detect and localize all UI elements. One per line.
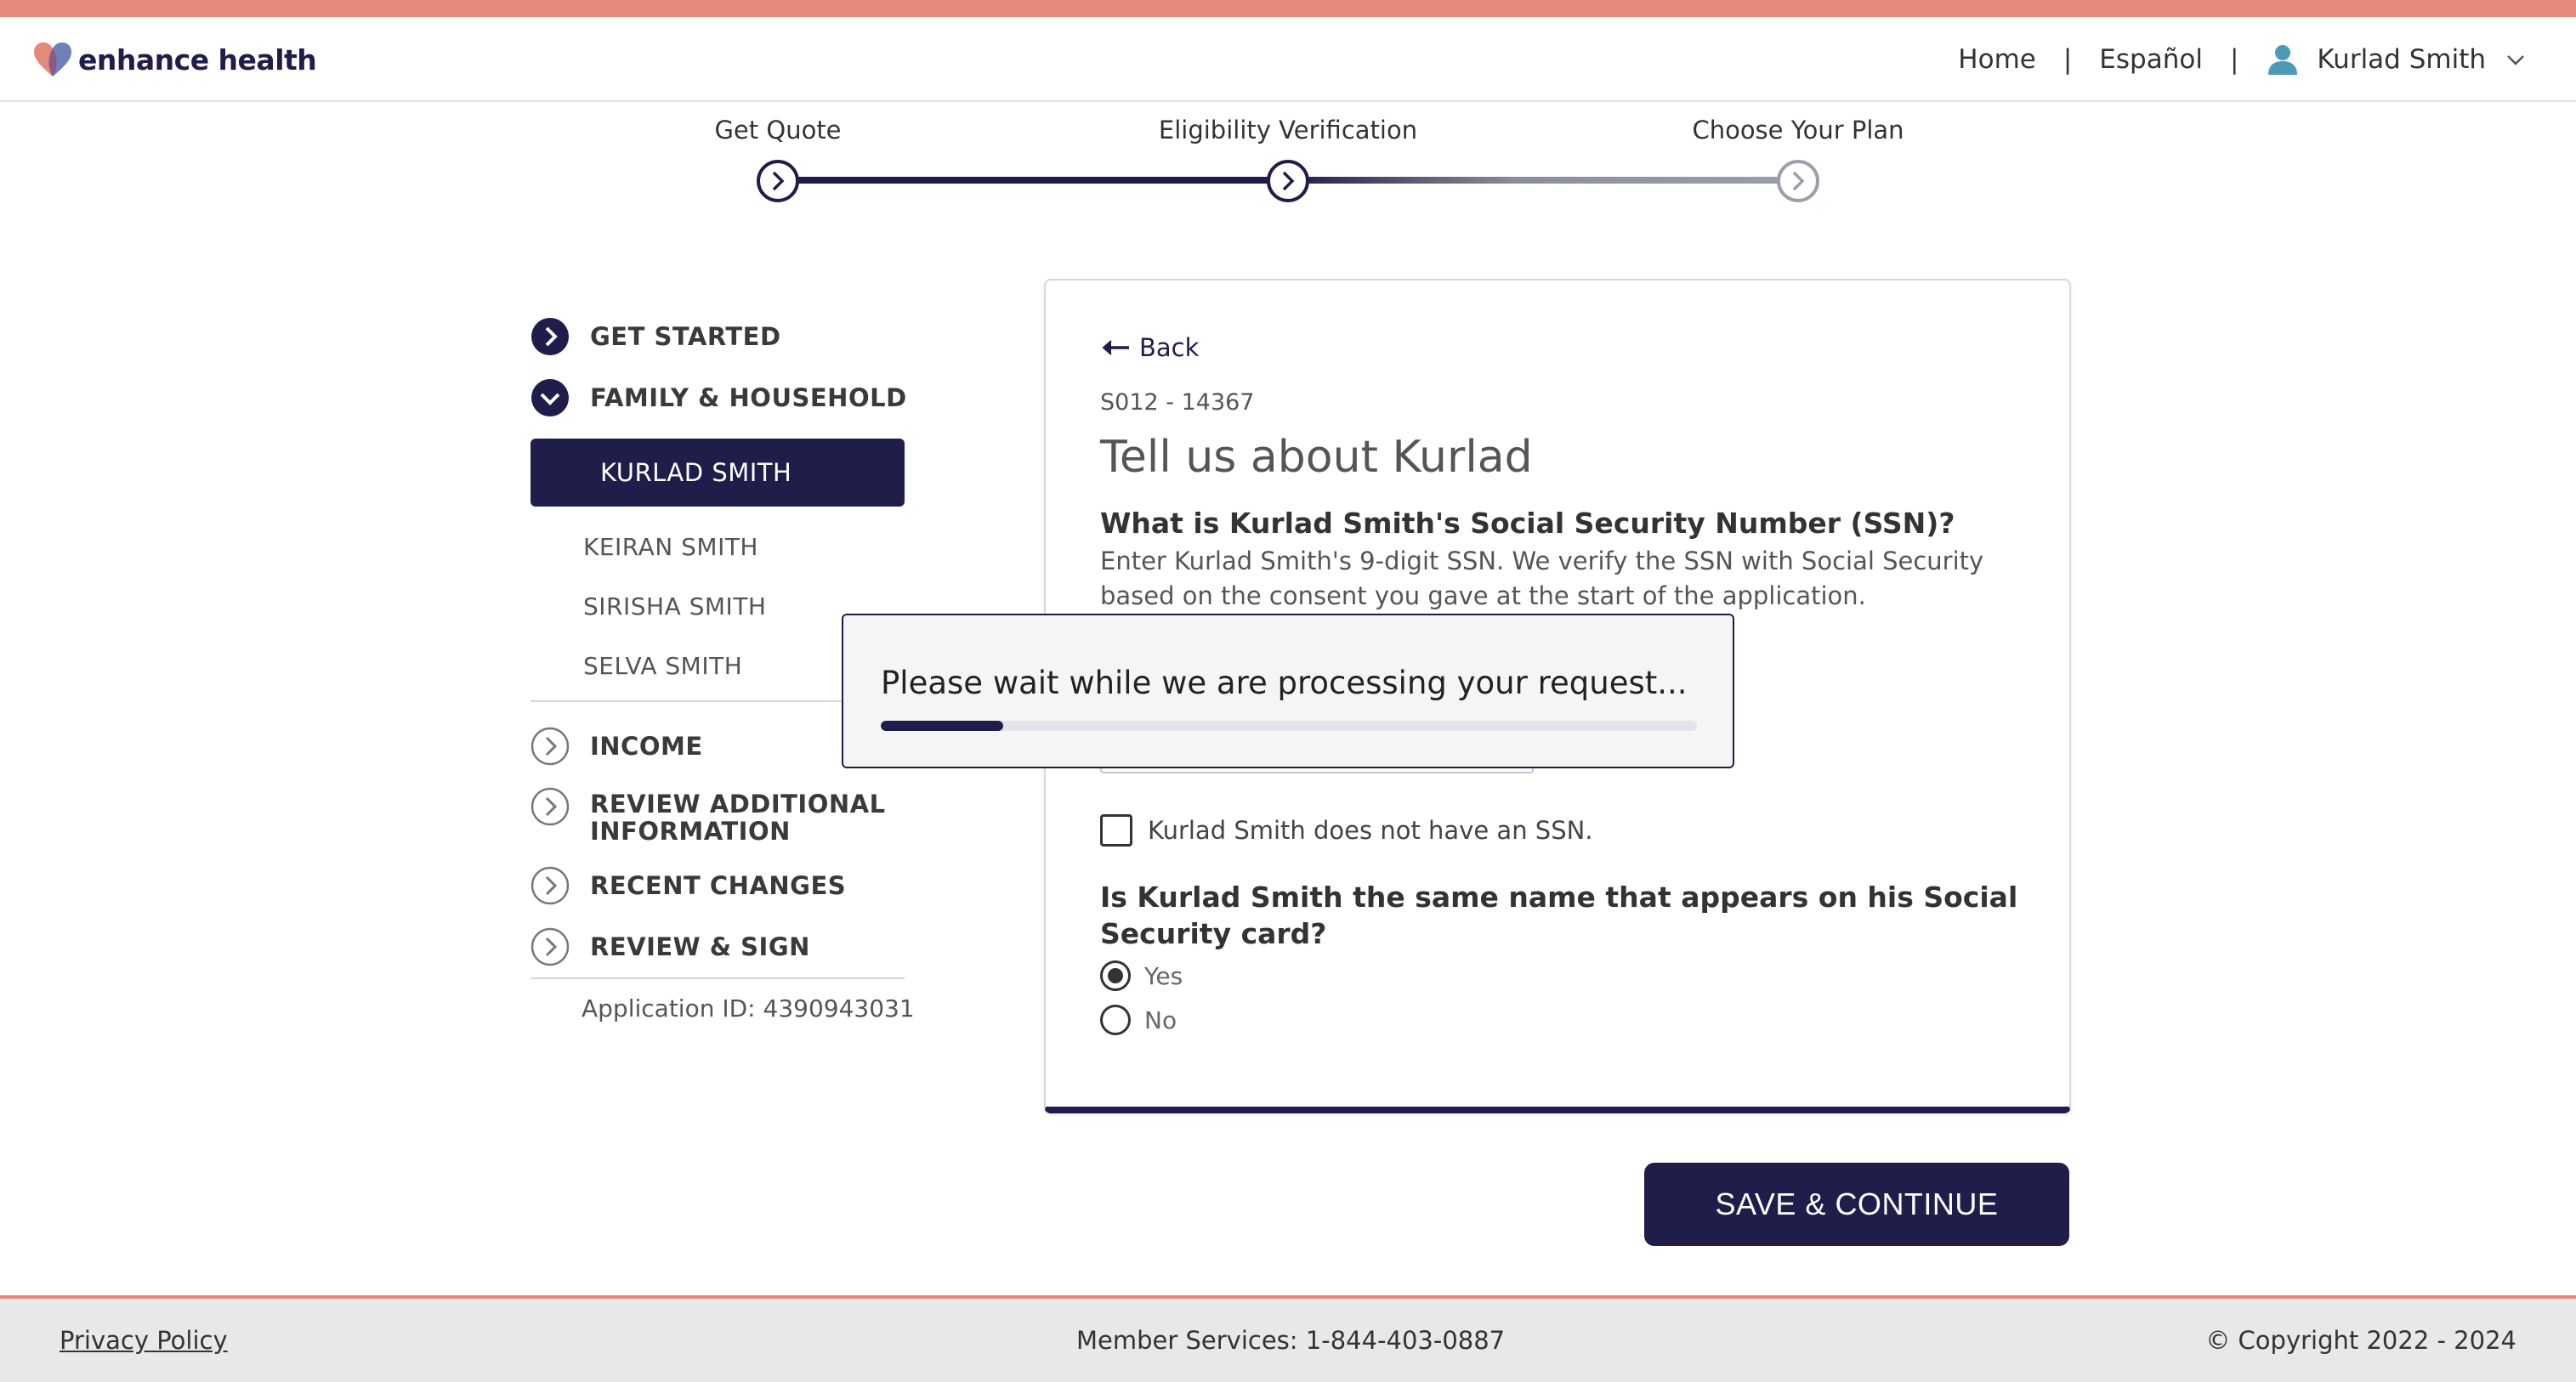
chevron-right-outline-icon bbox=[531, 727, 570, 766]
top-accent-bar bbox=[0, 0, 2576, 17]
sidebar-section-label: FAMILY & HOUSEHOLD bbox=[590, 383, 907, 412]
sidebar-section-review-additional[interactable]: REVIEW ADDITIONAL INFORMATION bbox=[531, 787, 922, 845]
chevron-right-icon bbox=[1792, 171, 1805, 191]
form-code: S012 - 14367 bbox=[1100, 389, 1255, 416]
heart-logo-icon bbox=[34, 42, 71, 76]
arrow-left-icon bbox=[1102, 340, 1129, 355]
sidebar-section-review-sign[interactable]: REVIEW & SIGN bbox=[531, 926, 922, 967]
nav-language-link[interactable]: Español bbox=[2099, 44, 2203, 75]
user-menu[interactable]: Kurlad Smith bbox=[2266, 42, 2527, 76]
ssn-help-text: Enter Kurlad Smith's 9-digit SSN. We ver… bbox=[1100, 547, 1984, 610]
progress-stepper: Get Quote Eligibility Verification Choos… bbox=[0, 102, 2576, 229]
chevron-down-icon bbox=[2507, 55, 2524, 65]
back-label: Back bbox=[1139, 333, 1200, 362]
no-ssn-option[interactable]: Kurlad Smith does not have an SSN. bbox=[1100, 814, 1593, 847]
page-title: Tell us about Kurlad bbox=[1100, 432, 1533, 483]
site-footer: Privacy Policy Member Services: 1-844-40… bbox=[0, 1295, 2576, 1382]
no-ssn-checkbox[interactable] bbox=[1100, 814, 1132, 847]
save-continue-button[interactable]: SAVE & CONTINUE bbox=[1644, 1163, 2069, 1246]
progress-bar-fill bbox=[881, 721, 1003, 731]
chevron-right-icon bbox=[1282, 171, 1295, 191]
nav-home-link[interactable]: Home bbox=[1958, 44, 2036, 75]
radio-yes-label: Yes bbox=[1144, 961, 1183, 990]
copyright: © Copyright 2022 - 2024 bbox=[2205, 1326, 2516, 1355]
radio-option-no[interactable]: No bbox=[1100, 1005, 1177, 1035]
radio-yes[interactable] bbox=[1100, 960, 1131, 991]
radio-no[interactable] bbox=[1100, 1005, 1131, 1035]
processing-message: Please wait while we are processing your… bbox=[881, 665, 1688, 701]
brand-name: enhance health bbox=[78, 42, 317, 76]
no-ssn-label: Kurlad Smith does not have an SSN. bbox=[1148, 816, 1593, 845]
user-icon bbox=[2268, 45, 2298, 75]
step-get-quote[interactable] bbox=[757, 160, 799, 202]
user-name: Kurlad Smith bbox=[2317, 44, 2486, 75]
back-link[interactable]: Back bbox=[1100, 333, 1199, 362]
progress-bar bbox=[881, 721, 1697, 731]
step-eligibility[interactable] bbox=[1267, 160, 1309, 202]
step-label-choose-plan: Choose Your Plan bbox=[1692, 116, 1904, 144]
top-nav: Home | Español | Kurlad Smith bbox=[1958, 42, 2527, 76]
sidebar-section-family-household[interactable]: FAMILY & HOUSEHOLD bbox=[531, 377, 922, 418]
brand-logo[interactable]: enhance health bbox=[32, 41, 317, 78]
privacy-policy-link[interactable]: Privacy Policy bbox=[60, 1326, 228, 1355]
sidebar-divider bbox=[531, 977, 905, 979]
sidebar-section-recent-changes[interactable]: RECENT CHANGES bbox=[531, 865, 922, 906]
step-choose-plan[interactable] bbox=[1777, 160, 1819, 202]
nav-separator: | bbox=[2063, 44, 2073, 75]
sidebar-section-label: REVIEW & SIGN bbox=[590, 932, 810, 961]
chevron-right-outline-icon bbox=[531, 787, 570, 826]
sidebar-section-label: GET STARTED bbox=[590, 322, 781, 351]
sidebar-member-kurlad-smith[interactable]: KURLAD SMITH bbox=[531, 439, 905, 507]
nav-separator: | bbox=[2229, 44, 2239, 75]
sidebar-member-keiran-smith[interactable]: KEIRAN SMITH bbox=[531, 527, 922, 566]
step-label-eligibility: Eligibility Verification bbox=[1158, 116, 1418, 144]
sidebar-section-label: REVIEW ADDITIONAL INFORMATION bbox=[590, 790, 886, 846]
sidebar-section-label: INCOME bbox=[590, 732, 703, 761]
chevron-right-filled-icon bbox=[531, 318, 569, 355]
chevron-right-outline-icon bbox=[531, 927, 570, 966]
application-id: Application ID: 4390943031 bbox=[582, 994, 915, 1022]
member-services: Member Services: 1-844-403-0887 bbox=[1076, 1326, 1506, 1355]
radio-selected-dot bbox=[1108, 968, 1123, 983]
chevron-right-outline-icon bbox=[531, 866, 570, 905]
site-header: enhance health Home | Español | Kurlad S… bbox=[0, 17, 2576, 102]
ssn-question: What is Kurlad Smith's Social Security N… bbox=[1100, 507, 1955, 540]
sidebar-section-label: RECENT CHANGES bbox=[590, 871, 847, 900]
step-label-get-quote: Get Quote bbox=[714, 116, 842, 144]
stepper-line-upcoming bbox=[1288, 177, 1798, 184]
radio-no-label: No bbox=[1144, 1005, 1177, 1034]
chevron-down-filled-icon bbox=[531, 379, 569, 416]
chevron-right-icon bbox=[772, 171, 785, 191]
same-name-question: Is Kurlad Smith the same name that appea… bbox=[1100, 881, 2018, 950]
processing-dialog: Please wait while we are processing your… bbox=[842, 614, 1734, 768]
stepper-line-complete bbox=[778, 177, 1288, 184]
radio-option-yes[interactable]: Yes bbox=[1100, 960, 1183, 991]
sidebar-section-get-started[interactable]: GET STARTED bbox=[531, 316, 922, 357]
